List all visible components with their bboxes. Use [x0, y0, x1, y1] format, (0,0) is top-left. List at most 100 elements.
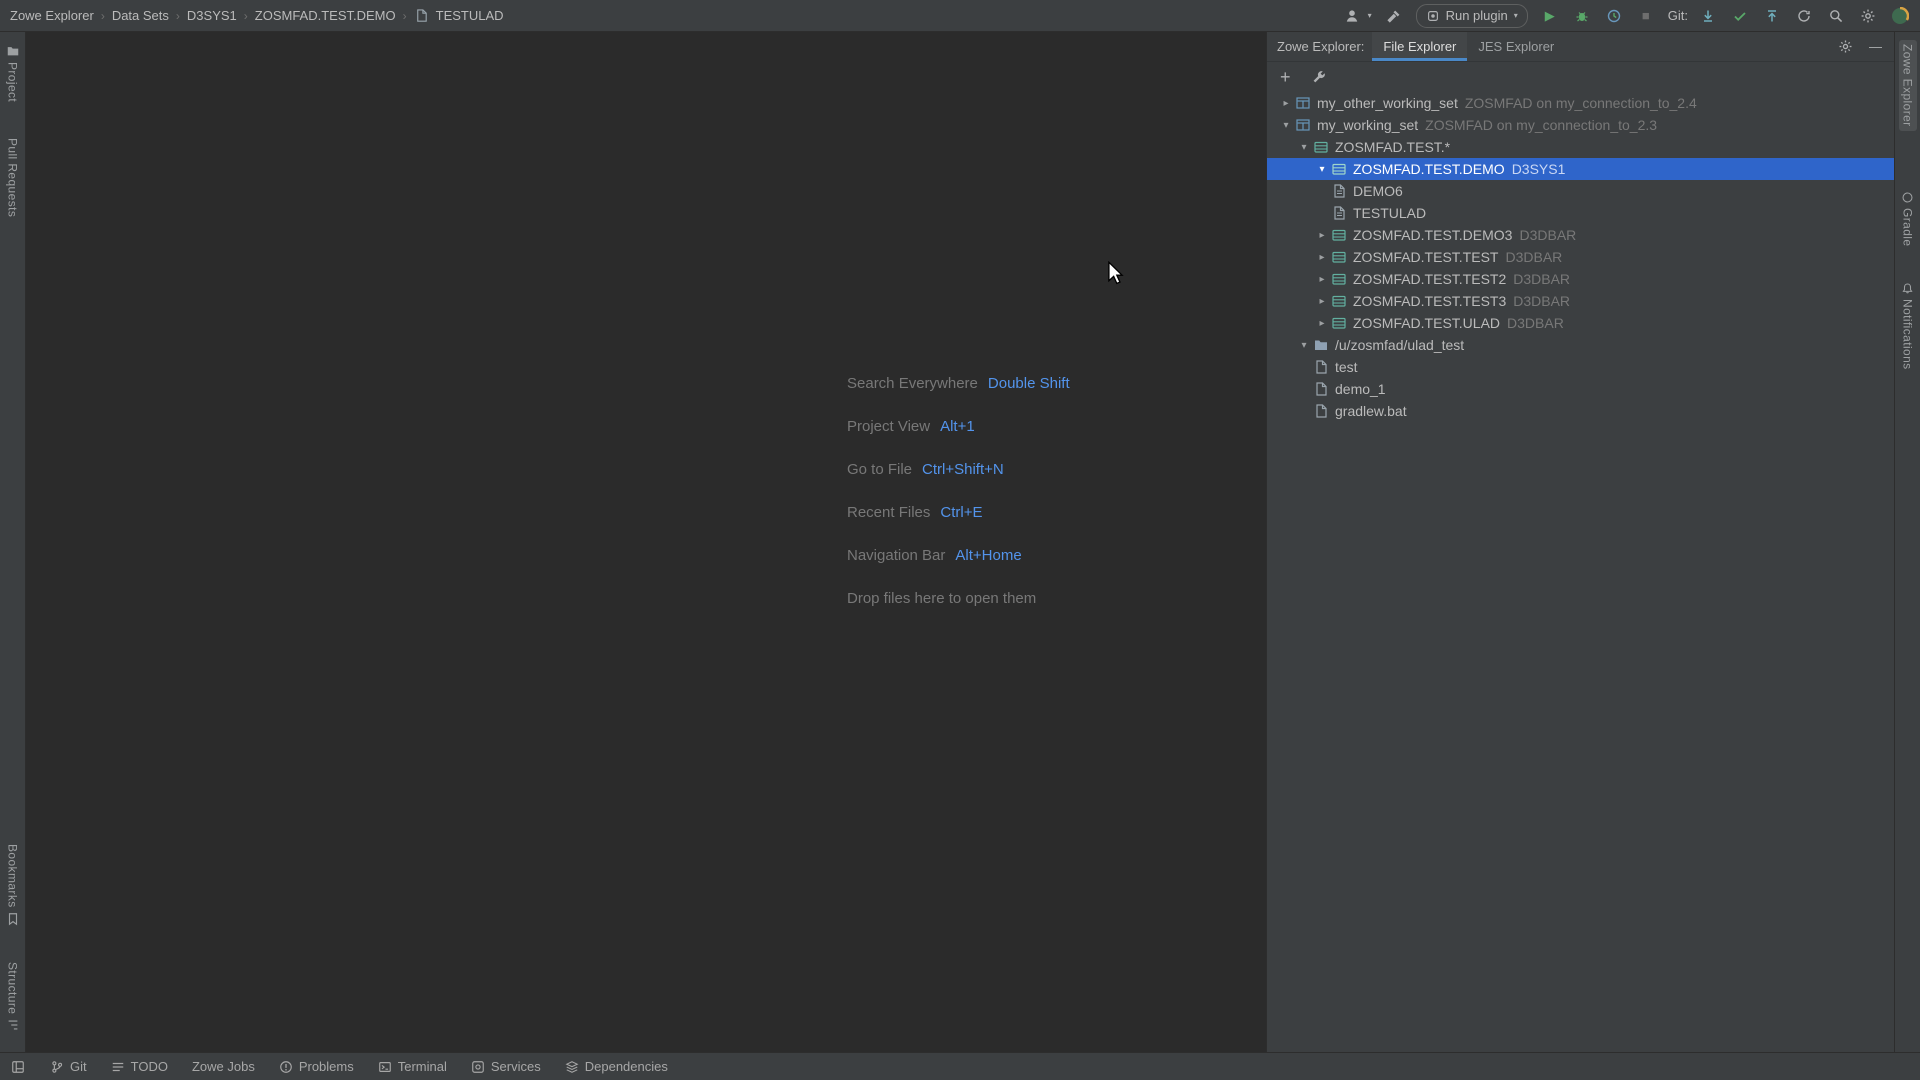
- mouse-cursor: [1107, 261, 1124, 286]
- settings-gear-icon[interactable]: [1858, 6, 1878, 26]
- run-configuration-dropdown[interactable]: Run plugin ▾: [1416, 4, 1528, 28]
- search-icon[interactable]: [1826, 6, 1846, 26]
- tree-item[interactable]: ▸ ZOSMFAD.TEST.TEST2 D3DBAR: [1267, 268, 1894, 290]
- tree-item-selected[interactable]: ▾ ZOSMFAD.TEST.DEMO D3SYS1: [1267, 158, 1894, 180]
- tree-item[interactable]: TESTULAD: [1267, 202, 1894, 224]
- structure-icon: [6, 1018, 20, 1032]
- tree-item[interactable]: ▸ ZOSMFAD.TEST.TEST3 D3DBAR: [1267, 290, 1894, 312]
- profiler-button[interactable]: [1604, 6, 1624, 26]
- plugin-icon: [1426, 9, 1440, 23]
- breadcrumb-item[interactable]: Data Sets: [112, 8, 169, 23]
- sidebar-item-pull-requests[interactable]: Pull Requests: [4, 134, 22, 221]
- bell-icon: [1901, 282, 1914, 295]
- sidebar-item-project[interactable]: Project: [4, 40, 22, 106]
- left-tool-stripe: Project Pull Requests Bookmarks Structur…: [0, 32, 26, 1052]
- breadcrumb-item[interactable]: ZOSMFAD.TEST.DEMO: [255, 8, 396, 23]
- add-button[interactable]: +: [1280, 68, 1291, 86]
- git-push-icon[interactable]: [1762, 6, 1782, 26]
- tree-item-label: DEMO6: [1353, 183, 1403, 199]
- hint-row: Project View Alt+1: [847, 405, 1070, 448]
- chevron-down-icon[interactable]: ▾: [1295, 340, 1313, 351]
- breadcrumb-item[interactable]: Zowe Explorer: [10, 8, 94, 23]
- statusbar-item-git[interactable]: Git: [50, 1059, 87, 1074]
- tree-item-annotation: D3DBAR: [1505, 249, 1562, 265]
- member-icon: [1331, 183, 1347, 199]
- sidebar-item-bookmarks[interactable]: Bookmarks: [4, 840, 22, 930]
- main-toolbar: Zowe Explorer › Data Sets › D3SYS1 › ZOS…: [0, 0, 1920, 32]
- editor-empty-area[interactable]: Search Everywhere Double Shift Project V…: [26, 32, 1266, 1052]
- chevron-right-icon[interactable]: ▸: [1313, 318, 1331, 329]
- working-set-icon: [1295, 117, 1311, 133]
- chevron-right-icon[interactable]: ▸: [1313, 230, 1331, 241]
- services-icon: [471, 1060, 485, 1074]
- git-update-icon[interactable]: [1698, 6, 1718, 26]
- chevron-down-icon[interactable]: ▾: [1313, 164, 1331, 175]
- sidebar-item-gradle[interactable]: Gradle: [1899, 187, 1917, 250]
- sidebar-item-notifications[interactable]: Notifications: [1899, 278, 1917, 374]
- tree-item-label: ZOSMFAD.TEST.DEMO: [1353, 161, 1505, 177]
- chevron-right-icon[interactable]: ▸: [1277, 98, 1295, 109]
- statusbar-item-label: Terminal: [398, 1059, 447, 1074]
- chevron-down-icon[interactable]: ▾: [1277, 120, 1295, 131]
- statusbar-item-terminal[interactable]: Terminal: [378, 1059, 447, 1074]
- tab-file-explorer[interactable]: File Explorer: [1372, 32, 1467, 61]
- statusbar-item-dependencies[interactable]: Dependencies: [565, 1059, 668, 1074]
- gradle-icon: [1901, 191, 1914, 204]
- right-tool-stripe: Zowe Explorer Gradle Notifications: [1894, 32, 1920, 1052]
- run-button[interactable]: ▶: [1540, 6, 1560, 26]
- breadcrumb-item[interactable]: TESTULAD: [436, 8, 504, 23]
- history-icon[interactable]: [1794, 6, 1814, 26]
- statusbar-item-problems[interactable]: Problems: [279, 1059, 354, 1074]
- tool-window-options-gear-icon[interactable]: [1835, 37, 1855, 57]
- chevron-right-icon[interactable]: ▸: [1313, 252, 1331, 263]
- tree-item[interactable]: test: [1267, 356, 1894, 378]
- tool-window-title: Zowe Explorer:: [1275, 32, 1372, 61]
- hint-row: Navigation Bar Alt+Home: [847, 534, 1070, 577]
- chevron-right-icon[interactable]: ▸: [1313, 296, 1331, 307]
- tree-item[interactable]: ▸ my_other_working_set ZOSMFAD on my_con…: [1267, 92, 1894, 114]
- minimize-tool-window-button[interactable]: —: [1869, 40, 1882, 53]
- tree-item-label: /u/zosmfad/ulad_test: [1335, 337, 1464, 353]
- tree-item-annotation: ZOSMFAD on my_connection_to_2.4: [1465, 95, 1697, 111]
- debug-button[interactable]: [1572, 6, 1592, 26]
- statusbar-item-label: Zowe Jobs: [192, 1059, 255, 1074]
- tree-item-label: ZOSMFAD.TEST.TEST2: [1353, 271, 1506, 287]
- tool-window-toolbar: +: [1267, 62, 1894, 92]
- tree-item-label: ZOSMFAD.TEST.*: [1335, 139, 1450, 155]
- tree-item[interactable]: ▸ ZOSMFAD.TEST.TEST D3DBAR: [1267, 246, 1894, 268]
- hint-label: Recent Files: [847, 504, 930, 521]
- member-icon: [1331, 205, 1347, 221]
- tab-jes-explorer[interactable]: JES Explorer: [1467, 32, 1565, 61]
- run-configuration-label: Run plugin: [1446, 8, 1508, 23]
- wrench-settings-icon[interactable]: [1309, 67, 1329, 87]
- zowe-explorer-tool-window: Zowe Explorer: File Explorer JES Explore…: [1266, 32, 1894, 1052]
- chevron-right-icon[interactable]: ▸: [1313, 274, 1331, 285]
- breadcrumb-item[interactable]: D3SYS1: [187, 8, 237, 23]
- sidebar-item-structure[interactable]: Structure: [4, 958, 22, 1036]
- tree-item[interactable]: ▾ my_working_set ZOSMFAD on my_connectio…: [1267, 114, 1894, 136]
- tree-item[interactable]: ▸ ZOSMFAD.TEST.ULAD D3DBAR: [1267, 312, 1894, 334]
- tree-item[interactable]: ▾ ZOSMFAD.TEST.*: [1267, 136, 1894, 158]
- tree-item[interactable]: ▸ ZOSMFAD.TEST.DEMO3 D3DBAR: [1267, 224, 1894, 246]
- tool-window-layout-icon[interactable]: [10, 1059, 26, 1075]
- status-bar: Git TODO Zowe Jobs Problems Terminal Ser…: [0, 1052, 1920, 1080]
- build-hammer-icon[interactable]: [1384, 6, 1404, 26]
- toolbar-avatar-icon[interactable]: [1890, 6, 1910, 26]
- tree-item[interactable]: demo_1: [1267, 378, 1894, 400]
- hint-label: Drop files here to open them: [847, 590, 1036, 607]
- hint-row: Drop files here to open them: [847, 577, 1070, 620]
- statusbar-item-todo[interactable]: TODO: [111, 1059, 168, 1074]
- tree-item[interactable]: gradlew.bat: [1267, 400, 1894, 422]
- tree-item-label: my_working_set: [1317, 117, 1418, 133]
- tree-item[interactable]: DEMO6: [1267, 180, 1894, 202]
- chevron-right-icon: ›: [176, 9, 180, 23]
- git-commit-icon[interactable]: [1730, 6, 1750, 26]
- user-account-icon[interactable]: [1342, 6, 1362, 26]
- sidebar-item-zowe-explorer[interactable]: Zowe Explorer: [1899, 40, 1917, 131]
- ide-window: Zowe Explorer › Data Sets › D3SYS1 › ZOS…: [0, 0, 1920, 1080]
- chevron-down-icon[interactable]: ▾: [1295, 142, 1313, 153]
- statusbar-item-zowe-jobs[interactable]: Zowe Jobs: [192, 1059, 255, 1074]
- statusbar-item-services[interactable]: Services: [471, 1059, 541, 1074]
- tree-item[interactable]: ▾ /u/zosmfad/ulad_test: [1267, 334, 1894, 356]
- tree-item-annotation: D3DBAR: [1513, 271, 1570, 287]
